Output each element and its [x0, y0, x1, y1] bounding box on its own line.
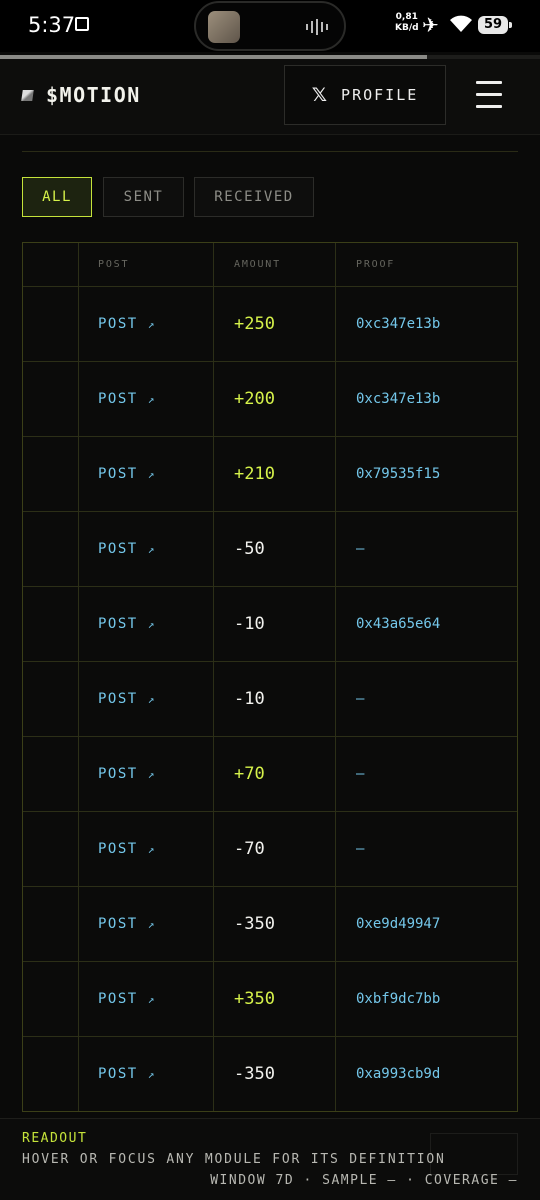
table-row[interactable]: POST ↗ +250 0xc347e13b — [23, 286, 517, 361]
external-link-icon: ↗ — [147, 1068, 156, 1081]
media-thumbnail — [208, 11, 240, 43]
table-row[interactable]: POST ↗ +200 0xc347e13b — [23, 361, 517, 436]
external-link-icon: ↗ — [147, 768, 156, 781]
column-header-proof: PROOF — [356, 259, 396, 270]
external-link-icon: ↗ — [147, 543, 156, 556]
amount-value: -50 — [234, 539, 265, 559]
screen-record-icon — [75, 17, 89, 31]
table-row[interactable]: POST ↗ -50 — — [23, 511, 517, 586]
hamburger-icon[interactable] — [474, 79, 504, 111]
amount-value: -350 — [234, 914, 275, 934]
post-link-label: POST — [98, 841, 138, 857]
amount-value: -10 — [234, 689, 265, 709]
section-divider — [22, 151, 518, 152]
table-row[interactable]: POST ↗ +350 0xbf9dc7bb — [23, 961, 517, 1036]
external-link-icon: ↗ — [147, 393, 156, 406]
proof-hash: — — [356, 766, 365, 782]
profile-button[interactable]: 𝕏 PROFILE — [284, 65, 446, 125]
amount-value: +250 — [234, 314, 275, 334]
external-link-icon: ↗ — [147, 843, 156, 856]
post-link-label: POST — [98, 616, 138, 632]
post-link[interactable]: POST ↗ — [98, 991, 156, 1007]
post-link-label: POST — [98, 391, 138, 407]
post-link[interactable]: POST ↗ — [98, 691, 156, 707]
dynamic-island[interactable] — [194, 1, 346, 51]
post-link-label: POST — [98, 1066, 138, 1082]
profile-label: PROFILE — [341, 86, 419, 104]
readout-window: WINDOW 7D · SAMPLE — · COVERAGE — — [210, 1173, 518, 1188]
table-row[interactable]: POST ↗ +210 0x79535f15 — [23, 436, 517, 511]
wifi-icon — [450, 15, 472, 32]
amount-value: +200 — [234, 389, 275, 409]
proof-hash: — — [356, 841, 365, 857]
post-link[interactable]: POST ↗ — [98, 316, 156, 332]
post-link[interactable]: POST ↗ — [98, 616, 156, 632]
proof-hash: — — [356, 541, 365, 557]
readout-panel: READOUT HOVER OR FOCUS ANY MODULE FOR IT… — [0, 1118, 540, 1200]
transactions-table: POST AMOUNT PROOF POST ↗ +250 0xc347e13b POS… — [22, 242, 518, 1112]
post-link-label: POST — [98, 691, 138, 707]
external-link-icon: ↗ — [147, 618, 156, 631]
proof-hash[interactable]: 0xe9d49947 — [356, 916, 440, 932]
post-link-label: POST — [98, 991, 138, 1007]
post-link[interactable]: POST ↗ — [98, 916, 156, 932]
proof-hash[interactable]: 0xc347e13b — [356, 391, 440, 407]
proof-hash: — — [356, 691, 365, 707]
external-link-icon: ↗ — [147, 693, 156, 706]
airplane-icon: ✈ — [422, 13, 439, 37]
audio-wave-icon — [306, 18, 328, 36]
logo-mark-icon — [21, 90, 34, 101]
post-link[interactable]: POST ↗ — [98, 766, 156, 782]
post-link-label: POST — [98, 316, 138, 332]
readout-title: READOUT — [22, 1131, 88, 1146]
network-speed: 0,81 KB/d — [395, 12, 419, 33]
app-header: $MOTION 𝕏 PROFILE — [0, 59, 540, 135]
tab-sent[interactable]: SENT — [103, 177, 184, 217]
post-link[interactable]: POST ↗ — [98, 391, 156, 407]
amount-value: +210 — [234, 464, 275, 484]
battery-icon: 59 — [478, 16, 512, 34]
table-row[interactable]: POST ↗ +70 — — [23, 736, 517, 811]
table-row[interactable]: POST ↗ -350 0xe9d49947 — [23, 886, 517, 961]
external-link-icon: ↗ — [147, 468, 156, 481]
proof-hash[interactable]: 0x43a65e64 — [356, 616, 440, 632]
status-bar: 5:37 0,81 KB/d ✈ 59 — [0, 0, 540, 52]
amount-value: -10 — [234, 614, 265, 634]
proof-hash[interactable]: 0xc347e13b — [356, 316, 440, 332]
tab-received[interactable]: RECEIVED — [194, 177, 314, 217]
proof-hash[interactable]: 0xbf9dc7bb — [356, 991, 440, 1007]
amount-value: +70 — [234, 764, 265, 784]
post-link[interactable]: POST ↗ — [98, 1066, 156, 1082]
post-link[interactable]: POST ↗ — [98, 466, 156, 482]
x-logo-icon: 𝕏 — [311, 84, 330, 106]
post-link-label: POST — [98, 541, 138, 557]
amount-value: -70 — [234, 839, 265, 859]
external-link-icon: ↗ — [147, 318, 156, 331]
readout-text: HOVER OR FOCUS ANY MODULE FOR ITS DEFINI… — [22, 1152, 446, 1167]
table-row[interactable]: POST ↗ -350 0xa993cb9d — [23, 1036, 517, 1111]
status-time: 5:37 — [28, 13, 76, 37]
amount-value: -350 — [234, 1064, 275, 1084]
proof-hash[interactable]: 0xa993cb9d — [356, 1066, 440, 1082]
logo[interactable]: $MOTION — [46, 83, 141, 107]
external-link-icon: ↗ — [147, 993, 156, 1006]
post-link[interactable]: POST ↗ — [98, 541, 156, 557]
table-row[interactable]: POST ↗ -70 — — [23, 811, 517, 886]
proof-hash[interactable]: 0x79535f15 — [356, 466, 440, 482]
table-row[interactable]: POST ↗ -10 0x43a65e64 — [23, 586, 517, 661]
post-link-label: POST — [98, 466, 138, 482]
table-row[interactable]: POST ↗ -10 — — [23, 661, 517, 736]
column-header-post: POST — [98, 259, 130, 270]
external-link-icon: ↗ — [147, 918, 156, 931]
tab-all[interactable]: ALL — [22, 177, 92, 217]
post-link-label: POST — [98, 766, 138, 782]
post-link[interactable]: POST ↗ — [98, 841, 156, 857]
post-link-label: POST — [98, 916, 138, 932]
amount-value: +350 — [234, 989, 275, 1009]
column-header-amount: AMOUNT — [234, 259, 281, 270]
